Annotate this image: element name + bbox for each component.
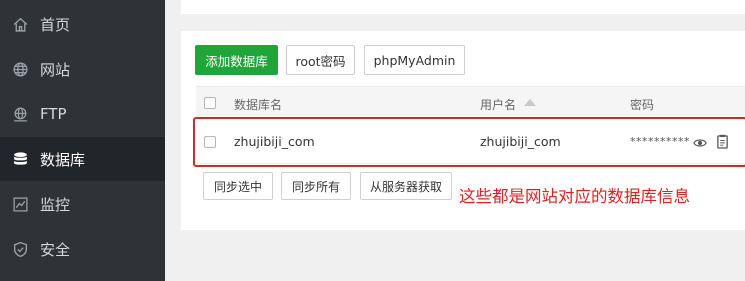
top-panel (181, 0, 745, 14)
add-database-button[interactable]: 添加数据库 (195, 45, 278, 75)
sidebar: 首页 网站 FTP 数据库 监控 安全 (0, 0, 165, 281)
sidebar-item-label: 首页 (40, 15, 71, 34)
sync-all-button[interactable]: 同步所有 (281, 172, 351, 200)
fetch-from-server-button[interactable]: 从服务器获取 (360, 172, 452, 200)
column-header-password: 密码 (630, 98, 655, 112)
sidebar-item-label: 网站 (40, 60, 71, 79)
root-password-button[interactable]: root密码 (286, 45, 355, 75)
sidebar-item-label: 安全 (40, 240, 71, 259)
sidebar-item-label: 数据库 (40, 150, 86, 169)
sidebar-item-label: FTP (40, 105, 67, 123)
shield-icon (11, 240, 29, 258)
column-header-username[interactable]: 用户名 (480, 96, 516, 113)
sidebar-item-database[interactable]: 数据库 (0, 137, 165, 181)
sync-selected-button[interactable]: 同步选中 (203, 172, 273, 200)
ftp-icon (11, 105, 29, 123)
sidebar-item-label: 监控 (40, 195, 71, 214)
annotation-text: 这些都是网站对应的数据库信息 (459, 187, 690, 206)
column-header-dbname[interactable]: 数据库名 (234, 96, 282, 113)
sidebar-item-monitor[interactable]: 监控 (0, 182, 165, 226)
sidebar-item-security[interactable]: 安全 (0, 227, 165, 271)
monitor-icon (11, 195, 29, 213)
phpmyadmin-button[interactable]: phpMyAdmin (364, 45, 465, 75)
highlight-box (193, 117, 745, 167)
sidebar-item-home[interactable]: 首页 (0, 2, 165, 46)
database-icon (11, 150, 29, 168)
globe-icon (11, 60, 29, 78)
home-icon (11, 15, 29, 33)
sidebar-item-ftp[interactable]: FTP (0, 92, 165, 136)
select-all-checkbox[interactable] (204, 97, 216, 109)
sidebar-item-website[interactable]: 网站 (0, 47, 165, 91)
table-header: 数据库名 用户名 密码 (196, 86, 745, 119)
sort-asc-icon[interactable] (524, 99, 536, 106)
